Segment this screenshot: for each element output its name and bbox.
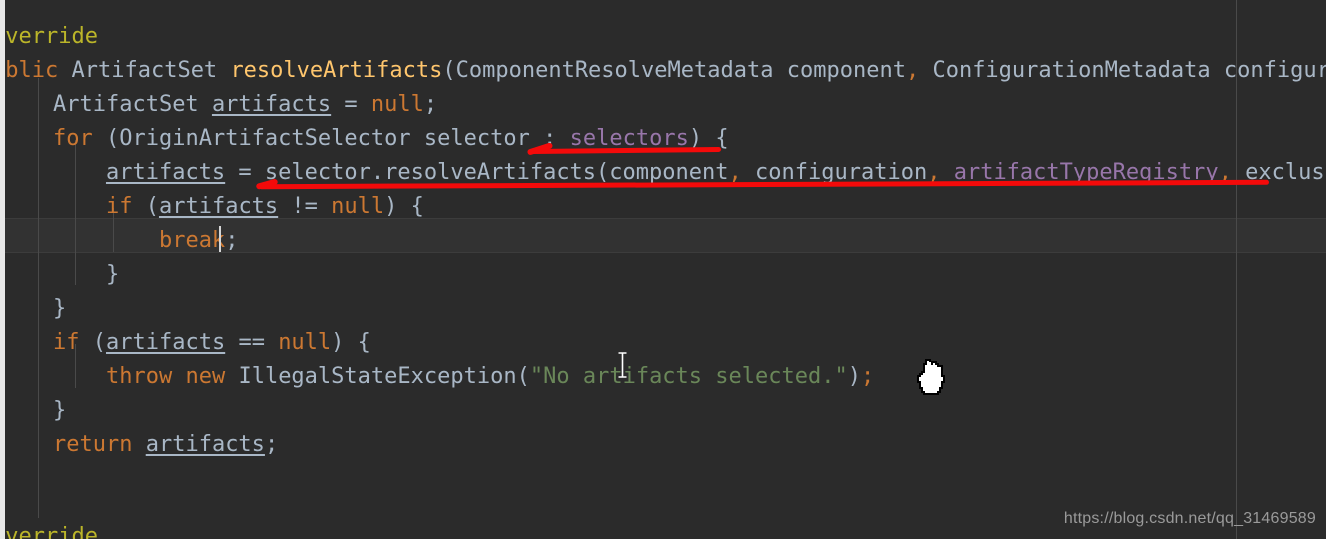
code-token: ; xyxy=(264,432,279,457)
code-token: ( xyxy=(92,126,120,151)
code-token: Override xyxy=(0,24,98,49)
code-token: ( xyxy=(516,364,530,389)
code-token: ; xyxy=(423,92,438,117)
code-token: ComponentResolveMetadata xyxy=(455,58,774,83)
editor-left-edge xyxy=(0,0,5,539)
code-token: component xyxy=(773,58,906,83)
code-token: = xyxy=(331,92,371,117)
code-token: != xyxy=(278,194,332,219)
code-token: if xyxy=(52,330,80,355)
code-line[interactable]: break; xyxy=(0,224,238,258)
code-line[interactable]: } xyxy=(0,394,66,428)
code-token: artifacts xyxy=(105,330,226,355)
code-line[interactable]: ArtifactSet artifacts = null; xyxy=(0,88,437,122)
code-line[interactable]: Override xyxy=(0,520,98,539)
code-line[interactable]: ublic ArtifactSet resolveArtifacts(Compo… xyxy=(0,54,1326,88)
code-token: if xyxy=(105,194,133,219)
code-token: ConfigurationMetadata xyxy=(932,58,1211,83)
code-token: = selector.resolveArtifacts(component xyxy=(225,160,729,185)
code-token: ublic xyxy=(0,58,59,83)
code-token: ArtifactSet xyxy=(52,92,199,117)
code-token: return xyxy=(52,432,133,457)
code-text-area[interactable]: Override ublic ArtifactSet resolveArtifac… xyxy=(0,0,1326,539)
code-token: null xyxy=(370,92,424,117)
hand-cursor xyxy=(912,356,952,398)
code-token: } xyxy=(0,262,120,287)
editor-window: Override ublic ArtifactSet resolveArtifac… xyxy=(0,0,1326,539)
code-token: } xyxy=(0,398,67,423)
code-token: IllegalStateException xyxy=(238,364,517,389)
code-line[interactable]: } xyxy=(0,292,66,326)
code-token: ArtifactSet xyxy=(71,58,218,83)
code-token: throw xyxy=(105,364,173,389)
code-token: resolveArtifacts xyxy=(230,58,443,83)
code-line[interactable]: return artifacts; xyxy=(0,428,278,462)
code-token: for xyxy=(52,126,93,151)
code-token: Override xyxy=(0,524,98,539)
code-token: ; xyxy=(225,228,239,253)
code-token: null xyxy=(278,330,332,355)
code-token: ) { xyxy=(331,330,371,355)
code-token: OriginArtifactSelector xyxy=(119,126,411,151)
code-token: artifacts xyxy=(158,194,279,219)
code-token: ; xyxy=(861,364,875,389)
code-token: configurat xyxy=(1223,58,1326,83)
code-token: artifacts xyxy=(105,160,226,185)
code-token: ) { xyxy=(384,194,424,219)
code-line[interactable]: Override xyxy=(0,20,98,54)
code-token: ( xyxy=(442,58,456,83)
code-token: new xyxy=(185,364,226,389)
code-token: } xyxy=(0,296,67,321)
code-token: ( xyxy=(79,330,106,355)
code-token: == xyxy=(225,330,279,355)
code-token: , xyxy=(905,58,920,83)
code-token: selector xyxy=(410,126,530,151)
code-token: "No artifacts selected." xyxy=(529,364,848,389)
code-token: ) xyxy=(847,364,861,389)
ibeam-cursor xyxy=(617,352,628,378)
code-line[interactable]: if (artifacts == null) { xyxy=(0,326,371,360)
code-token: null xyxy=(331,194,385,219)
code-token: artifacts xyxy=(145,432,265,457)
code-token: break xyxy=(158,228,226,253)
code-line[interactable]: if (artifacts != null) { xyxy=(0,190,424,224)
code-line[interactable]: } xyxy=(0,258,119,292)
text-caret xyxy=(219,226,221,252)
code-token: artifacts xyxy=(211,92,332,117)
code-line[interactable]: throw new IllegalStateException("No arti… xyxy=(0,360,874,394)
code-token: ( xyxy=(132,194,159,219)
watermark-url: https://blog.csdn.net/qq_31469589 xyxy=(1063,510,1316,527)
